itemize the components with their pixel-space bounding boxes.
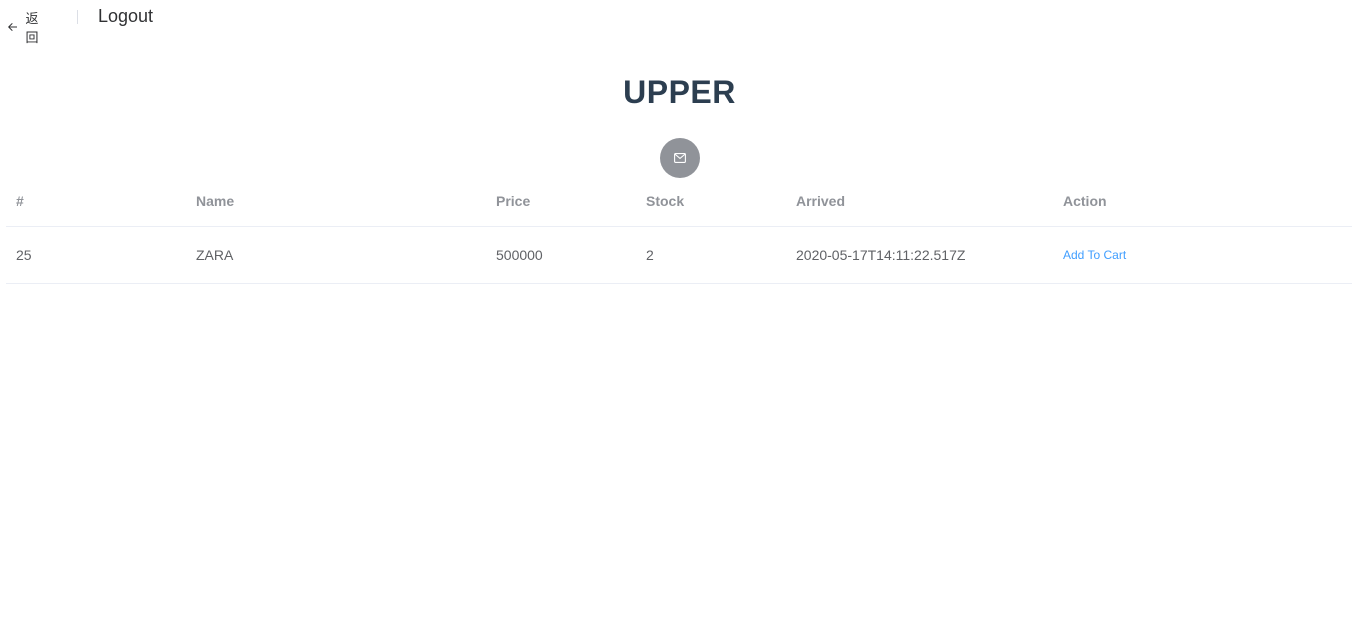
arrow-left-icon	[8, 23, 18, 31]
column-header-name: Name	[196, 193, 235, 209]
page-header-title[interactable]: Logout	[98, 5, 153, 27]
back-label: 返回	[25, 11, 39, 45]
table-row: 25 ZARA 500000 2 2020-05-17T14:11:22.517…	[6, 227, 1352, 284]
cell-name: ZARA	[196, 247, 234, 263]
column-header-arrived: Arrived	[796, 193, 846, 209]
header-divider	[77, 10, 78, 24]
column-header-id: #	[16, 193, 24, 209]
store-title: UPPER	[623, 74, 736, 110]
cell-price: 500000	[496, 247, 543, 263]
column-header-stock: Stock	[646, 193, 685, 209]
mail-button[interactable]	[660, 138, 700, 178]
cell-stock: 2	[646, 247, 654, 263]
column-header-price: Price	[496, 193, 531, 209]
cell-id: 25	[16, 247, 32, 263]
back-button[interactable]: 返回	[8, 8, 43, 46]
table-header-row: # Name Price Stock Arrived Action	[6, 176, 1352, 227]
envelope-icon	[674, 153, 686, 163]
cell-action: Add To Cart	[1063, 227, 1126, 283]
column-header-action: Action	[1063, 193, 1107, 209]
add-to-cart-button[interactable]: Add To Cart	[1063, 248, 1126, 262]
cell-arrived: 2020-05-17T14:11:22.517Z	[796, 247, 966, 263]
products-table: # Name Price Stock Arrived Action 25 ZAR…	[6, 176, 1352, 284]
